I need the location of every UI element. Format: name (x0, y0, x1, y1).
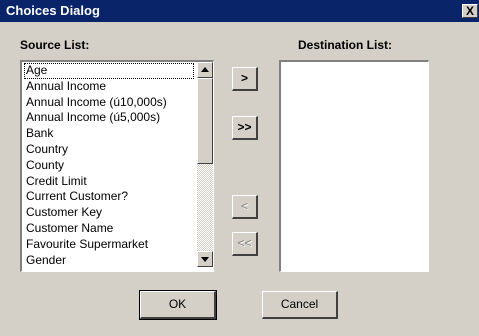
source-items: Age Annual Income Annual Income (ú10,000s)… (24, 63, 194, 269)
source-list-label: Source List: (20, 38, 90, 52)
destination-list-label: Destination List: (298, 38, 393, 52)
add-all-button[interactable]: >> (232, 116, 258, 140)
source-list-item[interactable]: Interested (24, 268, 194, 269)
scroll-up-button[interactable] (197, 62, 213, 78)
source-list-item[interactable]: Current Customer? (24, 189, 194, 205)
remove-button[interactable]: < (232, 195, 258, 219)
remove-all-button[interactable]: << (232, 232, 258, 256)
ok-button[interactable]: OK (139, 290, 217, 320)
title-bar: Choices Dialog X (0, 0, 479, 22)
source-list-item[interactable]: Annual Income (24, 79, 194, 95)
source-list-item[interactable]: County (24, 158, 194, 174)
source-list-item[interactable]: Gender (24, 253, 194, 269)
scroll-thumb[interactable] (197, 78, 213, 164)
choices-dialog: Choices Dialog X Source List: Destinatio… (0, 0, 479, 336)
source-list-item[interactable]: Country (24, 142, 194, 158)
close-icon: X (465, 4, 474, 18)
source-listbox[interactable]: Age Annual Income Annual Income (ú10,000s)… (20, 60, 214, 272)
source-list-item[interactable]: Annual Income (ú10,000s) (24, 95, 194, 111)
source-list-item[interactable]: Annual Income (ú5,000s) (24, 110, 194, 126)
destination-listbox[interactable] (279, 60, 429, 272)
source-list-item[interactable]: Credit Limit (24, 174, 194, 190)
source-scrollbar[interactable] (197, 62, 213, 267)
source-list-item[interactable]: Age (24, 63, 194, 79)
scroll-down-button[interactable] (197, 251, 213, 267)
source-list-item[interactable]: Favourite Supermarket (24, 237, 194, 253)
source-list-item[interactable]: Customer Name (24, 221, 194, 237)
close-button[interactable]: X (462, 4, 478, 18)
scroll-down-icon (201, 257, 209, 262)
scroll-up-icon (201, 67, 209, 72)
source-list-item[interactable]: Bank (24, 126, 194, 142)
source-list-item[interactable]: Customer Key (24, 205, 194, 221)
dialog-title: Choices Dialog (6, 3, 100, 18)
add-button[interactable]: > (232, 67, 258, 91)
cancel-button[interactable]: Cancel (262, 291, 338, 319)
